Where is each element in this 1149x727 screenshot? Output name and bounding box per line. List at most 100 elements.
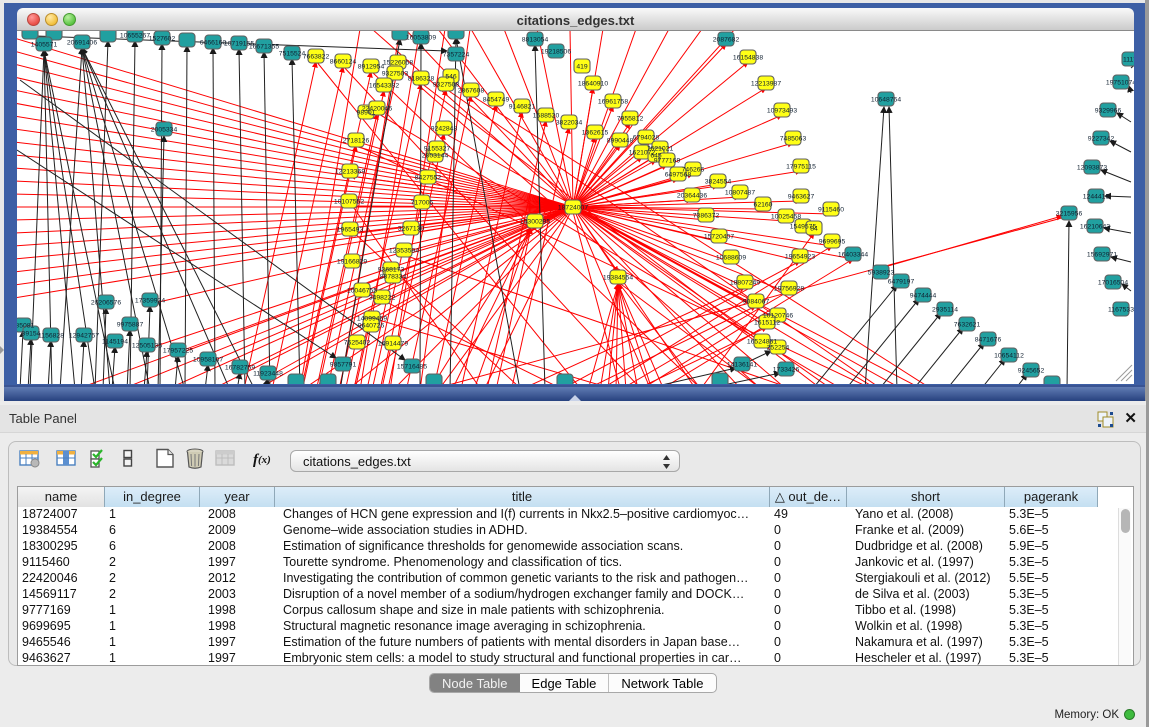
svg-text:17016504: 17016504	[1098, 280, 1128, 287]
svg-text:7386372: 7386372	[693, 213, 720, 220]
svg-text:18807249: 18807249	[730, 280, 760, 287]
svg-text:5938923: 5938923	[868, 270, 895, 277]
svg-text:16782759: 16782759	[225, 365, 255, 372]
svg-text:10973493: 10973493	[767, 108, 797, 115]
svg-text:3267130: 3267130	[398, 226, 425, 233]
svg-text:16914479: 16914479	[378, 341, 408, 348]
svg-text:10655267: 10655267	[120, 33, 150, 40]
svg-text:19384554: 19384554	[603, 275, 633, 282]
svg-text:9474444: 9474444	[910, 293, 937, 300]
svg-text:8912954: 8912954	[358, 64, 385, 71]
svg-text:8454749: 8454749	[483, 97, 510, 104]
svg-text:9463627: 9463627	[788, 194, 815, 201]
svg-text:8990448: 8990448	[607, 138, 634, 145]
svg-text:2935114: 2935114	[932, 307, 958, 314]
svg-text:20364436: 20364436	[677, 193, 707, 200]
svg-text:22420046: 22420046	[362, 106, 392, 113]
svg-text:9857791: 9857791	[330, 362, 357, 369]
svg-text:12213369: 12213369	[335, 169, 365, 176]
svg-text:9115460: 9115460	[818, 207, 844, 214]
svg-text:419: 419	[576, 64, 588, 71]
svg-text:2718126: 2718126	[343, 138, 370, 145]
svg-text:3822034: 3822034	[556, 120, 583, 127]
svg-text:1405571: 1405571	[31, 42, 58, 49]
svg-text:1117: 1117	[1123, 57, 1134, 64]
svg-text:6497568: 6497568	[665, 172, 692, 179]
svg-text:15226058: 15226058	[383, 60, 413, 67]
svg-text:84: 84	[810, 226, 818, 233]
svg-text:10688609: 10688609	[716, 255, 746, 262]
svg-text:11923448: 11923448	[253, 371, 283, 378]
svg-text:14136141: 14136141	[727, 362, 757, 369]
svg-text:9327503: 9327503	[382, 71, 409, 78]
svg-text:17359924: 17359924	[135, 298, 165, 305]
svg-text:6466160: 6466160	[200, 40, 227, 47]
svg-text:17957225: 17957225	[163, 348, 193, 355]
svg-text:185081: 185081	[17, 323, 35, 330]
svg-text:1145194: 1145194	[102, 339, 128, 346]
svg-text:10107552: 10107552	[334, 199, 364, 206]
svg-text:17975115: 17975115	[786, 164, 816, 171]
svg-text:1615112: 1615112	[754, 320, 780, 327]
svg-text:19756928: 19756928	[774, 286, 804, 293]
svg-text:9227342: 9227342	[1088, 136, 1115, 143]
svg-text:16961758: 16961758	[598, 99, 628, 106]
svg-text:10046755: 10046755	[347, 288, 377, 295]
svg-text:7515524: 7515524	[279, 51, 306, 58]
svg-text:9084067: 9084067	[743, 299, 770, 306]
svg-text:9699695: 9699695	[819, 239, 846, 246]
svg-text:2087682: 2087682	[713, 37, 740, 44]
svg-text:1244415: 1244415	[1083, 194, 1110, 201]
svg-text:16154838: 16154838	[733, 55, 763, 62]
svg-text:15692971: 15692971	[1087, 252, 1117, 259]
svg-text:10025458: 10025458	[771, 214, 801, 221]
svg-text:1527602: 1527602	[149, 36, 176, 43]
svg-text:12353594: 12353594	[389, 248, 419, 255]
svg-text:8660124: 8660124	[330, 59, 357, 66]
svg-text:1156828: 1156828	[38, 333, 64, 340]
svg-text:9146821: 9146821	[509, 104, 536, 111]
svg-text:8427552: 8427552	[415, 175, 442, 182]
svg-text:7663822: 7663822	[303, 54, 330, 61]
svg-text:1733426: 1733426	[773, 367, 800, 374]
svg-text:10654112: 10654112	[994, 353, 1024, 360]
svg-text:12505135: 12505135	[132, 343, 162, 350]
svg-text:9327508: 9327508	[433, 82, 460, 89]
svg-text:7632621: 7632621	[954, 322, 981, 329]
svg-text:16053809: 16053809	[406, 35, 436, 42]
svg-text:10648764: 10648764	[871, 97, 901, 104]
svg-text:9368173: 9368173	[378, 267, 405, 274]
svg-text:3498222: 3498222	[369, 295, 396, 302]
svg-text:15716485: 15716485	[397, 364, 427, 371]
svg-text:7357224: 7357224	[443, 52, 470, 59]
svg-text:10807487: 10807487	[725, 190, 755, 197]
svg-text:1362615: 1362615	[582, 130, 609, 137]
svg-text:9242848: 9242848	[431, 126, 458, 133]
svg-text:252254: 252254	[767, 345, 790, 352]
svg-text:8471676: 8471676	[975, 337, 1002, 344]
svg-text:7625402: 7625402	[344, 340, 371, 347]
svg-text:18640910: 18640910	[578, 81, 608, 88]
svg-text:6479197: 6479197	[888, 279, 915, 286]
svg-text:9777169: 9777169	[654, 158, 681, 165]
svg-text:16403344: 16403344	[838, 252, 868, 259]
svg-text:18300295: 18300295	[520, 219, 550, 226]
svg-text:2803144: 2803144	[422, 153, 449, 160]
svg-text:19751074: 19751074	[1106, 80, 1134, 87]
svg-text:9155327: 9155327	[424, 146, 451, 153]
svg-text:10120746: 10120746	[763, 313, 793, 320]
svg-text:1167533: 1167533	[1108, 307, 1134, 314]
svg-text:2867608: 2867608	[458, 88, 485, 95]
svg-text:15720407: 15720407	[704, 234, 734, 241]
svg-text:12942757: 12942757	[69, 333, 99, 340]
svg-text:8186328: 8186328	[408, 76, 435, 83]
svg-text:62160: 62160	[754, 202, 773, 209]
svg-text:10958107: 10958107	[193, 357, 223, 364]
svg-text:16543382: 16543382	[369, 83, 399, 90]
svg-text:3215956: 3215956	[1056, 211, 1083, 218]
svg-text:8878334: 8878334	[380, 274, 407, 281]
svg-text:20206576: 20206576	[91, 300, 121, 307]
svg-text:7485063: 7485063	[780, 136, 807, 143]
svg-text:19166829: 19166829	[337, 259, 367, 266]
svg-text:19218506: 19218506	[541, 49, 571, 56]
